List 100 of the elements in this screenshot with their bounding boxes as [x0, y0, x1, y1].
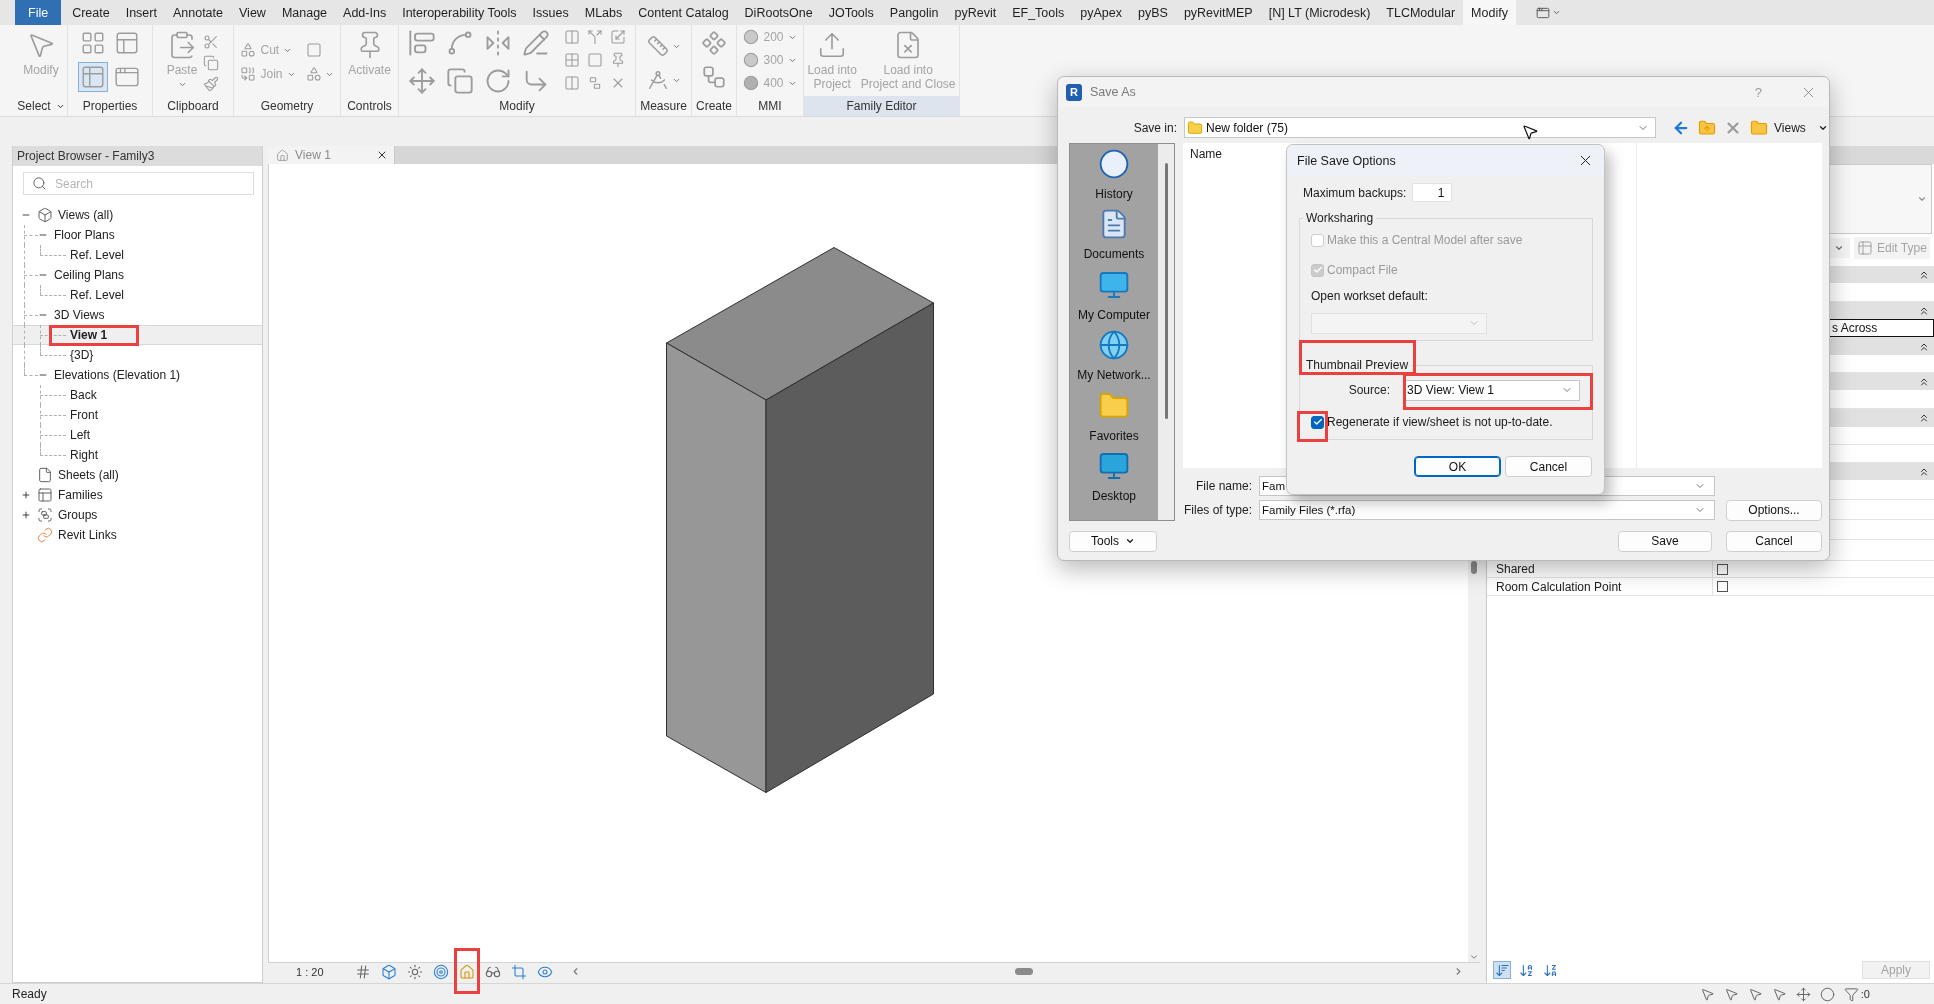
place-item[interactable]: Desktop [1070, 448, 1158, 509]
ribbon-tab[interactable]: pyRevit [946, 0, 1005, 25]
dialog-button[interactable]: OK [1414, 456, 1501, 477]
ruler-icon[interactable] [646, 35, 669, 57]
brush-icon[interactable] [203, 76, 220, 92]
tree-item[interactable]: Right [13, 445, 262, 465]
scrollbar-thumb[interactable] [1015, 968, 1033, 975]
ribbon-tab[interactable]: Create [64, 0, 118, 25]
ribbon-tab[interactable]: pyRevitMEP [1175, 0, 1261, 25]
tree-item[interactable]: {3D} [13, 345, 262, 365]
place-item[interactable]: Documents [1070, 206, 1158, 267]
move-icon[interactable] [408, 67, 436, 95]
copy-icon[interactable] [446, 67, 474, 95]
filter-icon[interactable] [1843, 986, 1859, 1002]
tree-item[interactable]: Ref. Level [13, 285, 262, 305]
cursor-icon[interactable] [1699, 986, 1715, 1002]
tree-item[interactable]: Left [13, 425, 262, 445]
ribbon-tab[interactable]: DiRootsOne [736, 0, 821, 25]
dialog-button[interactable]: Cancel [1505, 456, 1592, 477]
sort-icon[interactable] [1493, 961, 1511, 979]
ribbon-tab[interactable]: Add-Ins [335, 0, 395, 25]
folder-up-icon[interactable] [1698, 118, 1716, 137]
views-button[interactable]: Views [1774, 120, 1828, 135]
square-icon[interactable] [587, 52, 603, 68]
ribbon-tab[interactable]: Insert [117, 0, 165, 25]
columns-icon[interactable] [564, 75, 580, 91]
ribbon-tab[interactable]: [N] LT (Microdesk) [1260, 0, 1379, 25]
source-dropdown[interactable]: 3D View: View 1 [1404, 379, 1580, 401]
pencil-icon[interactable] [522, 29, 550, 57]
compass-icon[interactable] [646, 69, 669, 91]
ribbon-tab[interactable]: pyApex [1072, 0, 1130, 25]
table-icon[interactable] [78, 62, 108, 92]
scale-icon[interactable] [610, 29, 626, 45]
cursor-icon[interactable] [1723, 986, 1739, 1002]
new-folder-icon[interactable] [1750, 118, 1768, 137]
align-icon[interactable] [408, 29, 436, 57]
checkbox[interactable] [1717, 581, 1728, 592]
tree-item[interactable]: Revit Links [13, 525, 262, 545]
save-in-dropdown[interactable]: New folder (75) [1184, 117, 1656, 138]
place-item[interactable]: Favorites [1070, 388, 1158, 449]
mirror-icon[interactable] [484, 29, 512, 57]
cursor-icon[interactable] [1747, 986, 1763, 1002]
file-type-dropdown[interactable]: Family Files (*.rfa) [1259, 500, 1715, 520]
split-icon[interactable] [587, 29, 603, 45]
place-item[interactable]: History [1070, 146, 1158, 207]
scrollbar-thumb[interactable] [1471, 561, 1477, 574]
checkbox[interactable] [1717, 563, 1728, 575]
window-icon[interactable] [1535, 5, 1550, 20]
rotate-icon[interactable] [484, 67, 512, 95]
ribbon-tab[interactable]: File [15, 0, 62, 25]
expand-icon[interactable] [21, 510, 31, 520]
ribbon-tab[interactable]: Annotate [164, 0, 231, 25]
ribbon-tab[interactable]: JOTools [820, 0, 882, 25]
scale-label[interactable]: 1 : 20 [268, 965, 352, 978]
ribbon-tab[interactable]: EF_Tools [1004, 0, 1073, 25]
copy-icon[interactable] [203, 55, 220, 71]
columns-icon[interactable] [564, 29, 580, 45]
close-icon[interactable] [376, 149, 388, 161]
scissors-icon[interactable] [203, 34, 220, 50]
panel-label[interactable]: Select [17, 96, 65, 116]
tree-item[interactable]: Sheets (all) [13, 465, 262, 485]
diamonds-icon[interactable] [701, 30, 727, 56]
tree-item[interactable]: Views (all) [13, 205, 262, 225]
tree-item[interactable]: Floor Plans [13, 225, 262, 245]
ribbon-tab[interactable]: Modify [1463, 0, 1516, 25]
ribbon-tab[interactable]: MLabs [576, 0, 631, 25]
move-icon[interactable] [1795, 986, 1811, 1002]
curve-icon[interactable] [446, 29, 474, 57]
number-field[interactable]: 1 [1412, 183, 1453, 202]
ribbon-tab[interactable]: pyBS [1130, 0, 1176, 25]
circle-icon[interactable] [1819, 986, 1835, 1002]
cursor-icon[interactable] [1771, 986, 1787, 1002]
tools-button[interactable]: Tools [1069, 530, 1157, 552]
tree-item[interactable]: Groups [13, 505, 262, 525]
tree-item[interactable]: Families [13, 485, 262, 505]
expand-icon[interactable] [21, 490, 31, 500]
text-field[interactable]: s Across [1829, 319, 1934, 337]
ribbon-tab[interactable]: Issues [524, 0, 577, 25]
grid-icon[interactable] [564, 52, 580, 68]
place-item[interactable]: My Computer [1070, 267, 1158, 328]
cancel-button[interactable]: Cancel [1726, 530, 1822, 552]
save-button[interactable]: Save [1618, 530, 1712, 552]
ungroup-icon[interactable] [587, 75, 603, 91]
scroll-down-icon[interactable] [1469, 952, 1479, 962]
options-button[interactable]: Options... [1726, 499, 1822, 521]
ribbon-tab[interactable]: View [231, 0, 274, 25]
tree-item[interactable]: Ref. Level [13, 245, 262, 265]
tree-item[interactable]: Back [13, 385, 262, 405]
ribbon-tab[interactable]: Interoperability Tools [394, 0, 525, 25]
scrollbar-thumb[interactable] [1164, 163, 1168, 419]
ribbon-tab[interactable]: Manage [273, 0, 336, 25]
square-icon[interactable] [305, 42, 322, 58]
tree-item[interactable]: View 1 [13, 325, 262, 345]
tree-item[interactable]: Ceiling Plans [13, 265, 262, 285]
linked-boxes-icon[interactable] [701, 64, 727, 90]
column-header[interactable]: Name [1190, 147, 1222, 161]
checkbox[interactable] [1311, 415, 1324, 429]
ribbon-tab[interactable]: Content Catalog [630, 0, 737, 25]
ribbon-tab[interactable]: Pangolin [881, 0, 947, 25]
tree-item[interactable]: Elevations (Elevation 1) [13, 365, 262, 385]
